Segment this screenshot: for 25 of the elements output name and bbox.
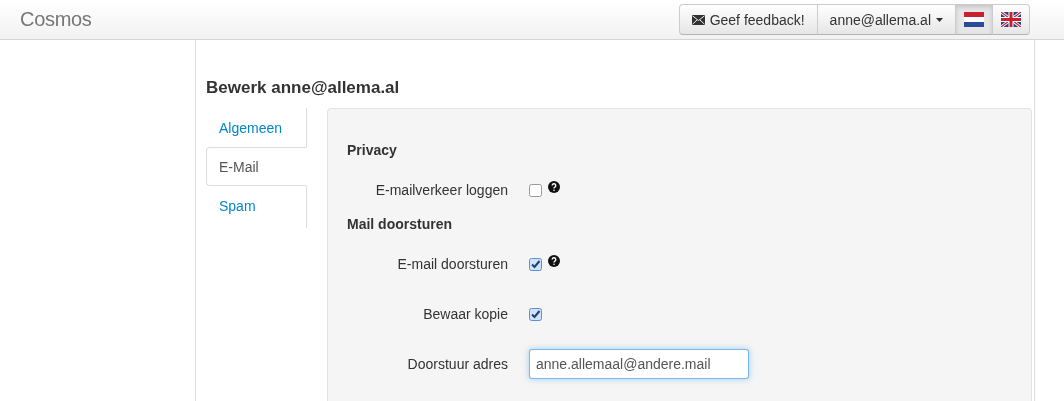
checkbox[interactable] [529, 307, 542, 321]
dutch-flag-icon [964, 12, 984, 27]
feedback-button[interactable]: Geef feedback! [678, 4, 818, 35]
language-button[interactable] [955, 4, 993, 35]
user-menu-button[interactable]: anne@allema.al [816, 4, 956, 35]
tab[interactable]: E-Mail [206, 147, 307, 186]
field-label: Doorstuur adres [406, 356, 508, 372]
field-label: E-mail doorsturen [396, 256, 508, 272]
field-label: Bewaar kopie [422, 306, 508, 322]
checkbox[interactable] [529, 257, 542, 271]
caret-icon [936, 17, 943, 22]
forward-address-field[interactable]: anne.allemaal@andere.mail [529, 349, 749, 379]
field-label: E-mailverkeer loggen [374, 182, 508, 198]
envelope-icon [691, 14, 705, 25]
tab[interactable]: Algemeen [206, 108, 307, 147]
section-title: Privacy [347, 142, 398, 158]
british-flag-icon [1001, 12, 1021, 27]
checkbox[interactable] [529, 183, 542, 197]
brand-logo[interactable]: Cosmos [20, 8, 92, 31]
language-button[interactable] [992, 4, 1030, 35]
page-title: Bewerk anne@allema.al [206, 78, 401, 98]
tab[interactable]: Spam [206, 186, 307, 225]
help-icon[interactable] [548, 181, 560, 193]
help-icon[interactable] [548, 255, 560, 267]
section-title: Mail doorsturen [347, 216, 453, 232]
